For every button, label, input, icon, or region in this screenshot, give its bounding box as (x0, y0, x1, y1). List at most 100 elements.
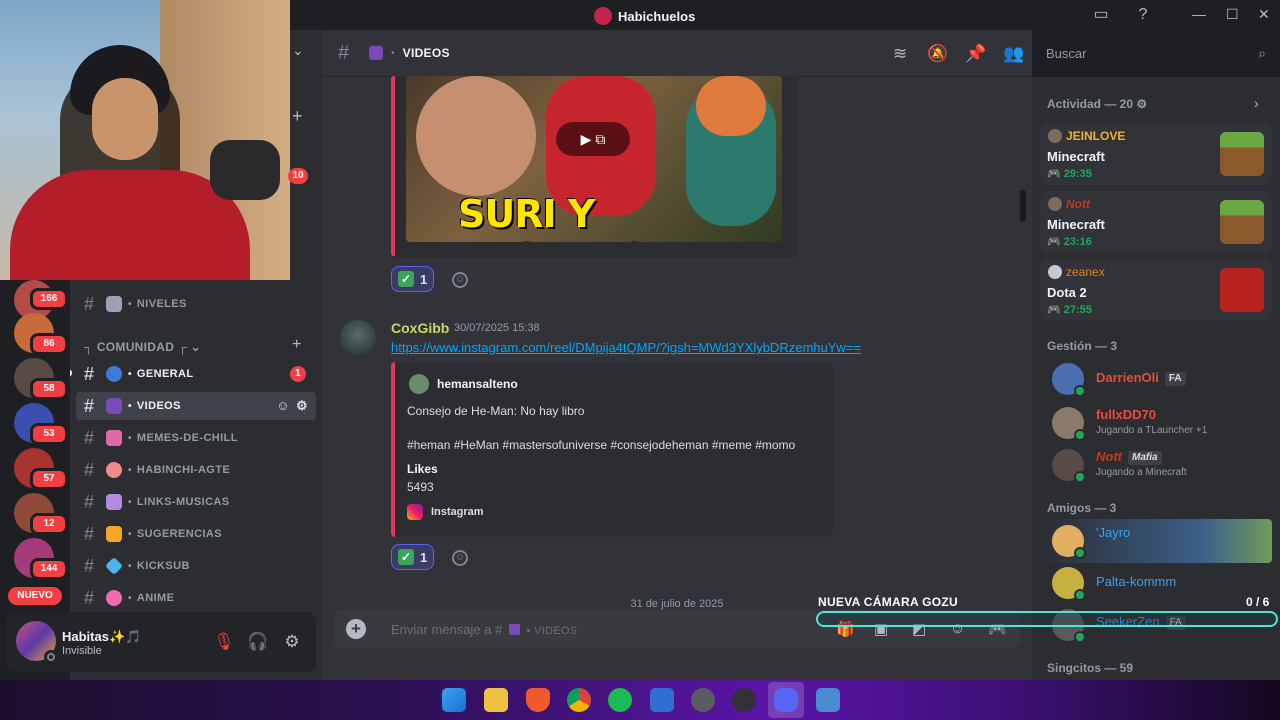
app-icon[interactable] (650, 688, 674, 712)
channel-anime[interactable]: # • ANIME (76, 584, 316, 612)
notification-settings-icon[interactable]: 🔕 (926, 42, 950, 66)
username[interactable]: Habitas✨🎵 (62, 629, 141, 645)
thumbnail-caption: SURI Y LAGARTO (458, 192, 652, 242)
maximize-button[interactable]: ☐ (1226, 6, 1239, 23)
file-explorer-icon[interactable] (484, 688, 508, 712)
channel-emoji-icon (106, 494, 122, 510)
embed-field-value: 5493 (407, 480, 434, 494)
activity-card[interactable]: JEINLOVE Minecraft 🎮 29:35 (1040, 123, 1272, 185)
chrome-icon[interactable] (567, 688, 591, 712)
search-placeholder: Buscar (1046, 46, 1087, 61)
add-reaction-icon[interactable]: ☺ (452, 272, 468, 288)
notepad-icon[interactable] (816, 688, 840, 712)
server-rail: 166 86 58 53 57 12 144 (0, 280, 70, 610)
chat-area: # • VIDEOS ≋ 🔕 📌 👥 Buscar ⌕ ▶ ⧉ SURI Y L… (322, 30, 1274, 680)
close-button[interactable]: ✕ (1258, 6, 1270, 23)
channel-label: HABINCHI-AGTE (136, 464, 231, 476)
channel-emoji-icon (106, 430, 122, 446)
reaction-count: 1 (420, 271, 428, 287)
channel-label: KICKSUB (136, 560, 190, 572)
activity-title: Actividad — 20 ⚙ (1047, 97, 1148, 111)
activity-card[interactable]: zeanex Dota 2 🎮 27:55 (1040, 259, 1272, 321)
new-badge[interactable]: NUEVO (8, 587, 62, 605)
mute-mic-icon[interactable]: 🎙 (212, 630, 236, 654)
headphones-icon[interactable]: 🎧 (246, 630, 270, 654)
channel-links-musicas[interactable]: # • LINKS-MUSICAS (76, 488, 316, 516)
app-icon[interactable] (691, 688, 715, 712)
reaction-check[interactable]: ✓ 1 (391, 266, 435, 292)
member-list-icon[interactable]: 👥 (1002, 42, 1026, 66)
user-status-text: Invisible (62, 645, 102, 657)
reaction-check[interactable]: ✓ 1 (391, 544, 435, 570)
avatar[interactable] (340, 320, 376, 356)
activity-card[interactable]: Nott Minecraft 🎮 23:16 (1040, 191, 1272, 253)
server-badge: 12 (30, 513, 68, 535)
category-label: COMUNIDAD (96, 340, 175, 354)
member-row[interactable]: DarrienOli FA (1040, 357, 1272, 401)
minimize-button[interactable]: — (1192, 6, 1206, 22)
threads-icon[interactable]: ≋ (888, 42, 912, 66)
clapper-icon (106, 398, 122, 414)
inbox-icon[interactable]: ▭ (1091, 5, 1111, 25)
chevron-down-icon[interactable]: ⌄ (292, 42, 304, 59)
server-badge: 86 (30, 333, 68, 355)
instagram-icon (407, 504, 423, 520)
gear-icon[interactable]: ⚙ (280, 630, 304, 654)
channel-name: VIDEOS (402, 46, 450, 60)
start-icon[interactable] (442, 688, 466, 712)
channel-sugerencias[interactable]: # • SUGERENCIAS (76, 520, 316, 548)
hash-icon: # (84, 555, 95, 576)
channel-habinchi-agte[interactable]: # • HABINCHI-AGTE (76, 456, 316, 484)
chevron-right-icon[interactable]: › (1254, 95, 1259, 111)
play-icon[interactable]: ▶ ⧉ (556, 122, 630, 156)
instagram-embed: hemansalteno Consejo de He-Man: No hay l… (391, 362, 833, 537)
member-row[interactable]: Nott Mafia Jugando a Minecraft (1040, 443, 1272, 487)
clapper-icon (369, 46, 384, 60)
obs-icon[interactable] (732, 688, 756, 712)
diamond-icon (104, 556, 124, 576)
brave-browser-icon[interactable] (526, 688, 550, 712)
check-mark-icon: ✓ (398, 549, 414, 565)
spotify-icon[interactable] (608, 688, 632, 712)
pin-icon[interactable]: 📌 (964, 42, 988, 66)
search-input[interactable]: Buscar ⌕ (1038, 40, 1274, 68)
add-reaction-icon[interactable]: ☺ (452, 550, 468, 566)
channel-general[interactable]: # • GENERAL 1 (76, 360, 316, 388)
amigos-title: Amigos — 3 (1047, 501, 1117, 515)
notification-badge: 10 (288, 168, 308, 184)
scrollbar[interactable] (1020, 190, 1026, 222)
channel-memes-de-chill[interactable]: # • MEMES-DE-CHILL (76, 424, 316, 452)
overlay-progress-bar (816, 611, 1278, 627)
server-icon (594, 7, 612, 25)
message-author[interactable]: CoxGibb (391, 320, 449, 336)
reaction-count: 1 (420, 549, 428, 565)
channel-videos[interactable]: # • VIDEOS ☺ ⚙ (76, 392, 316, 420)
gear-icon[interactable]: ⚙ (1136, 97, 1147, 111)
member-row[interactable]: Palta-kommm (1040, 561, 1272, 605)
help-icon[interactable]: ? (1133, 5, 1153, 25)
attach-plus-icon[interactable]: + (346, 619, 366, 639)
hash-icon: # (84, 395, 95, 416)
category-comunidad[interactable]: ┐ COMUNIDAD ┌ ⌄ (84, 340, 201, 354)
microphone-icon (210, 140, 280, 200)
globe-icon (106, 366, 122, 382)
channel-emoji-icon (106, 526, 122, 542)
invite-icon[interactable]: ☺ (276, 398, 290, 414)
message-link[interactable]: https://www.instagram.com/reel/DMpija4tQ… (391, 340, 861, 355)
composer-placeholder: Enviar mensaje a # • VIDEOS (391, 622, 578, 637)
hash-icon: # (84, 459, 95, 480)
discord-icon[interactable] (774, 688, 798, 712)
channel-kicksub[interactable]: # • KICKSUB (76, 552, 316, 580)
gear-icon[interactable]: ⚙ (296, 398, 308, 414)
add-channel-icon[interactable]: + (292, 336, 301, 354)
hash-icon: # (84, 491, 95, 512)
embed-author[interactable]: hemansalteno (437, 377, 518, 391)
video-thumbnail[interactable]: ▶ ⧉ SURI Y LAGARTO (406, 76, 782, 242)
add-icon[interactable]: + (292, 106, 303, 127)
window-title-text: Habichuelos (618, 8, 696, 24)
member-row[interactable]: fullxDD70 Jugando a TLauncher +1 (1040, 401, 1272, 445)
channel-emoji-icon (106, 296, 122, 312)
member-row[interactable]: 'Jayro (1040, 519, 1272, 563)
channel-niveles[interactable]: # • NIVELES (76, 290, 316, 318)
game-controller-icon: 🎮 (1047, 236, 1064, 248)
